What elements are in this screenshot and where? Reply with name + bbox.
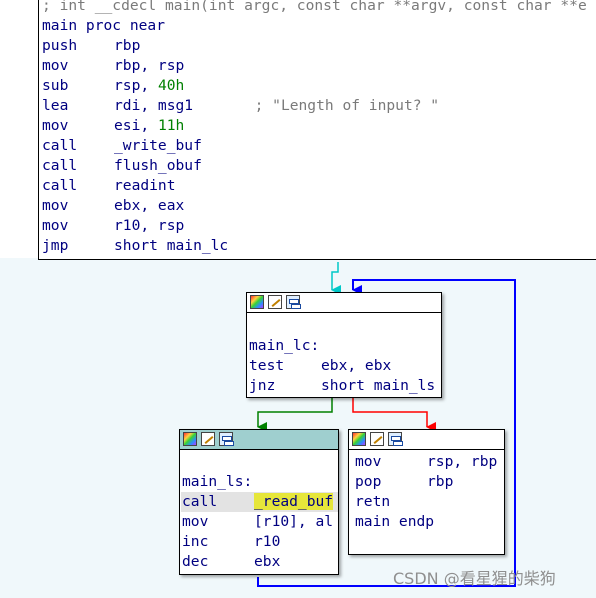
block-main-lc[interactable]: main_lc: test ebx, ebx jnz short main_ls [246,292,442,398]
watermark: CSDN @看星猩的柴狗 [393,569,556,588]
asm-line[interactable]: inc r10 [182,532,280,552]
rename-icon[interactable] [370,432,384,446]
asm-line[interactable]: mov rsp, rbp [355,452,497,472]
entry-edge [331,262,341,295]
label-main-lc[interactable]: main_lc: [249,336,319,356]
asm-line-selected[interactable]: call _read_buf [181,492,338,512]
asm-line[interactable]: pop rbp [355,472,453,492]
node-header [180,430,338,450]
graph-overview-icon[interactable] [286,295,301,309]
graph-overview-icon[interactable] [388,432,403,446]
false-branch-edge [352,398,436,432]
asm-line[interactable]: main endp [355,512,434,532]
asm-line[interactable]: retn [355,492,390,512]
asm-line[interactable]: test ebx, ebx [249,356,391,376]
color-palette-icon[interactable] [183,432,197,446]
color-palette-icon[interactable] [250,295,264,309]
rename-icon[interactable] [201,432,215,446]
color-palette-icon[interactable] [352,432,366,446]
block-main-exit[interactable]: mov rsp, rbp pop rbp retn main endp [348,429,505,555]
asm-line[interactable]: mov [r10], al [182,512,333,532]
block-main-ls[interactable]: main_ls: call _read_buf mov [r10], al inc r… [179,429,339,575]
asm-line[interactable]: dec ebx [182,552,280,572]
graph-overview-icon[interactable] [219,432,234,446]
node-header [349,430,504,450]
node-header [247,293,441,313]
rename-icon[interactable] [268,295,282,309]
asm-line[interactable]: jnz short main_ls [249,376,435,396]
true-branch-edge [257,398,333,432]
label-main-ls[interactable]: main_ls: [182,472,252,492]
